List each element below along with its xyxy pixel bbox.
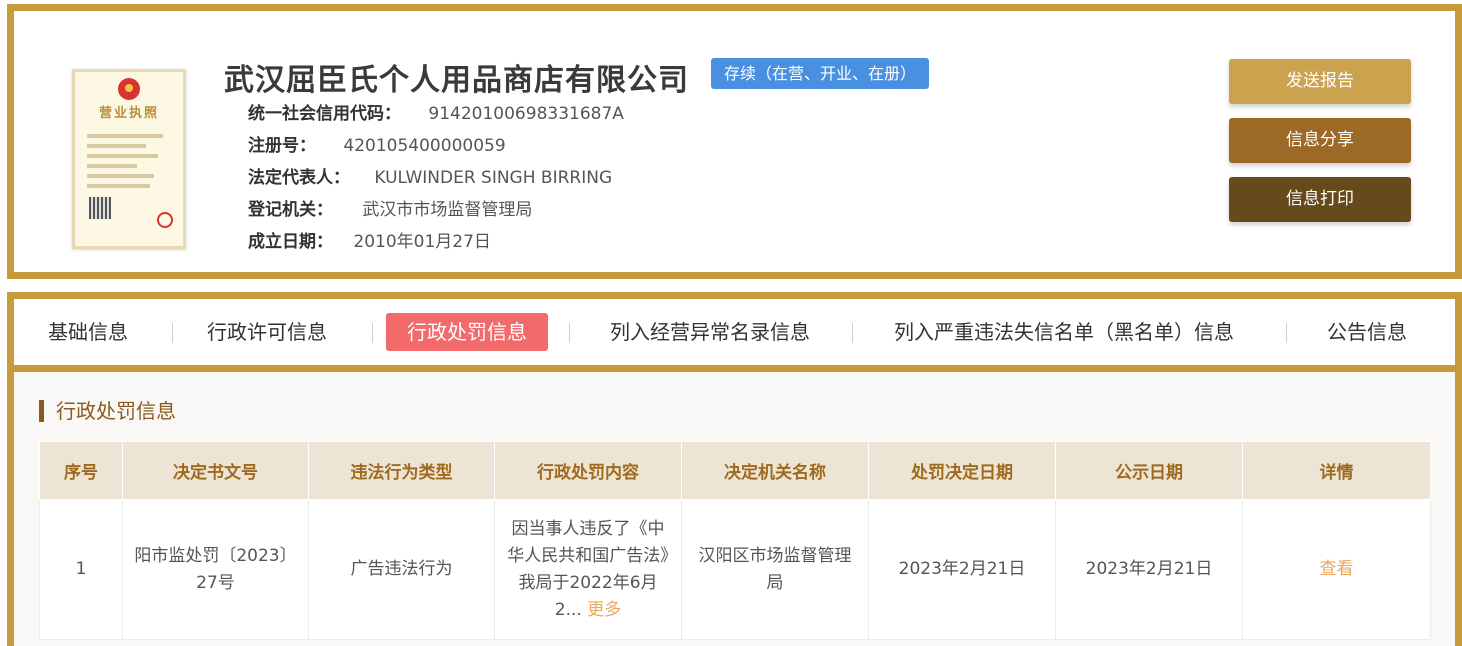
legal-rep-value: KULWINDER SINGH BIRRING bbox=[374, 168, 613, 188]
col-header-detail: 详情 bbox=[1242, 441, 1431, 500]
more-link[interactable]: 更多 bbox=[587, 600, 621, 620]
legal-rep-label: 法定代表人： bbox=[248, 168, 350, 188]
cell-violation-type: 广告违法行为 bbox=[308, 499, 495, 640]
tab-abnormal-operation[interactable]: 列入经营异常名录信息 bbox=[610, 313, 810, 351]
tab-divider bbox=[372, 323, 373, 343]
license-title: 营业执照 bbox=[98, 106, 159, 121]
penalty-table: 序号 决定书文号 违法行为类型 行政处罚内容 决定机关名称 处罚决定日期 公示日… bbox=[39, 441, 1431, 640]
col-header-doc-no: 决定书文号 bbox=[122, 441, 309, 500]
cell-decision-date: 2023年2月21日 bbox=[868, 499, 1056, 640]
tab-divider bbox=[852, 323, 853, 343]
company-card: 营业执照 武汉屈臣氏个人用品商店有限公司 存续（在营、开业、在册） 统一社会信用… bbox=[7, 4, 1462, 279]
company-name: 武汉屈臣氏个人用品商店有限公司 bbox=[224, 63, 689, 98]
tab-announcements[interactable]: 公告信息 bbox=[1327, 313, 1407, 351]
share-info-button[interactable]: 信息分享 bbox=[1229, 118, 1411, 163]
penalty-content: 行政处罚信息 序号 决定书文号 违法行为类型 行政处罚内容 决定机关名称 处罚决… bbox=[14, 372, 1455, 646]
status-badge: 存续（在营、开业、在册） bbox=[711, 58, 930, 89]
tab-divider bbox=[172, 323, 173, 343]
view-detail-link[interactable]: 查看 bbox=[1320, 559, 1354, 579]
credit-code-row: 统一社会信用代码： 91420100698331687A bbox=[248, 99, 624, 124]
tab-blacklist[interactable]: 列入严重违法失信名单（黑名单）信息 bbox=[894, 313, 1234, 351]
tab-divider bbox=[1286, 323, 1287, 343]
cell-authority: 汉阳区市场监督管理局 bbox=[681, 499, 869, 640]
col-header-index: 序号 bbox=[39, 441, 123, 500]
license-text-lines bbox=[87, 134, 171, 194]
cell-publish-date: 2023年2月21日 bbox=[1055, 499, 1243, 640]
cell-detail: 查看 bbox=[1242, 499, 1431, 640]
founded-date-row: 成立日期： 2010年01月27日 bbox=[248, 227, 491, 252]
col-header-decision-date: 处罚决定日期 bbox=[868, 441, 1056, 500]
authority-value: 武汉市市场监督管理局 bbox=[362, 200, 533, 220]
founded-date-value: 2010年01月27日 bbox=[353, 232, 491, 252]
col-header-violation-type: 违法行为类型 bbox=[308, 441, 495, 500]
cell-index: 1 bbox=[39, 499, 123, 640]
cell-doc-no: 阳市监处罚〔2023〕27号 bbox=[122, 499, 309, 640]
reg-number-value: 420105400000059 bbox=[343, 136, 506, 156]
tab-admin-penalty[interactable]: 行政处罚信息 bbox=[386, 313, 548, 351]
cell-penalty-content: 因当事人违反了《中华人民共和国广告法》我局于2022年6月2... 更多 bbox=[494, 499, 682, 640]
credit-code-value: 91420100698331687A bbox=[428, 104, 624, 124]
print-info-button[interactable]: 信息打印 bbox=[1229, 177, 1411, 222]
table-row: 1 阳市监处罚〔2023〕27号 广告违法行为 因当事人违反了《中华人民共和国广… bbox=[39, 499, 1431, 640]
business-license-image[interactable]: 营业执照 bbox=[72, 69, 186, 249]
tab-divider bbox=[569, 323, 570, 343]
authority-label: 登记机关： bbox=[248, 200, 333, 220]
tab-bar: 基础信息 行政许可信息 行政处罚信息 列入经营异常名录信息 列入严重违法失信名单… bbox=[14, 299, 1455, 365]
col-header-authority: 决定机关名称 bbox=[681, 441, 869, 500]
col-header-publish-date: 公示日期 bbox=[1055, 441, 1243, 500]
reg-number-label: 注册号： bbox=[248, 136, 316, 156]
col-header-penalty-content: 行政处罚内容 bbox=[494, 441, 682, 500]
authority-row: 登记机关： 武汉市市场监督管理局 bbox=[248, 195, 532, 220]
founded-date-label: 成立日期： bbox=[248, 232, 333, 252]
table-header-row: 序号 决定书文号 违法行为类型 行政处罚内容 决定机关名称 处罚决定日期 公示日… bbox=[39, 441, 1431, 500]
seal-stamp-icon bbox=[157, 212, 173, 228]
legal-rep-row: 法定代表人： KULWINDER SINGH BIRRING bbox=[248, 163, 612, 188]
detail-card: 基础信息 行政许可信息 行政处罚信息 列入经营异常名录信息 列入严重违法失信名单… bbox=[7, 292, 1462, 646]
national-emblem-icon bbox=[118, 78, 140, 100]
section-title: 行政处罚信息 bbox=[39, 400, 176, 422]
credit-code-label: 统一社会信用代码： bbox=[248, 104, 401, 124]
tab-basic-info[interactable]: 基础信息 bbox=[48, 313, 128, 351]
tab-admin-license[interactable]: 行政许可信息 bbox=[207, 313, 327, 351]
qr-code-icon bbox=[89, 197, 111, 219]
reg-number-row: 注册号： 420105400000059 bbox=[248, 131, 506, 156]
send-report-button[interactable]: 发送报告 bbox=[1229, 59, 1411, 104]
